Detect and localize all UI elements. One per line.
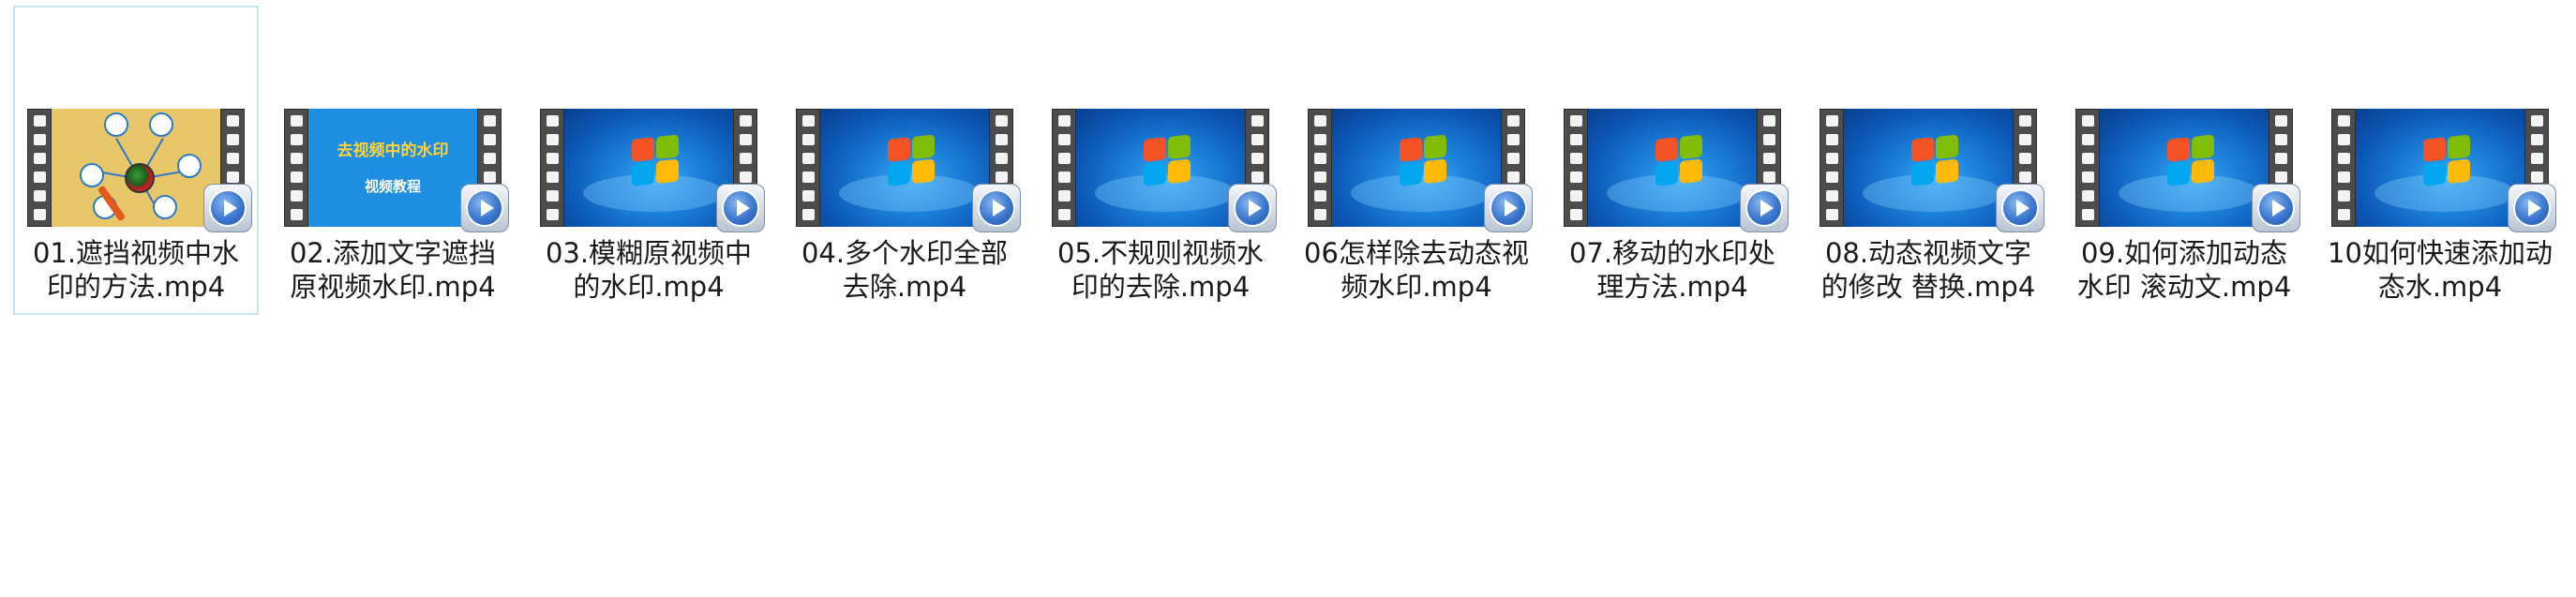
windows-desktop-frame (1076, 109, 1245, 227)
windows-desktop-frame (1332, 109, 1501, 227)
windows-desktop-frame (2100, 109, 2269, 227)
file-item[interactable]: 07.移动的水印处理方法.mp4 (1550, 6, 1795, 306)
media-player-play-icon (1996, 184, 2044, 232)
media-player-play-icon (716, 184, 765, 232)
title-card-subtitle: 视频教程 (364, 178, 421, 195)
media-player-play-icon (203, 184, 252, 232)
file-name: 10如何快速添加动态水.mp4 (2328, 237, 2553, 303)
windows-logo-icon (1400, 134, 1448, 187)
windows-logo-icon (1144, 134, 1192, 187)
file-item[interactable]: 06怎样除去动态视频水印.mp4 (1294, 6, 1539, 306)
film-strip-icon (1052, 109, 1076, 227)
windows-logo-icon (2167, 134, 2216, 187)
windows-logo-icon (888, 134, 936, 187)
media-player-play-icon (1740, 184, 1789, 232)
file-name: 07.移动的水印处理方法.mp4 (1568, 237, 1776, 303)
film-strip-icon (27, 109, 52, 227)
windows-logo-icon (1911, 134, 1960, 187)
video-thumbnail (540, 109, 765, 232)
file-name: 08.动态视频文字的修改 替换.mp4 (1820, 237, 2036, 303)
video-thumbnail (2075, 109, 2300, 232)
film-strip-icon (1308, 109, 1332, 227)
video-thumbnail (2331, 109, 2556, 232)
film-strip-icon (2331, 109, 2356, 227)
media-player-play-icon (460, 184, 509, 232)
windows-desktop-frame (2356, 109, 2524, 227)
film-strip-icon (1820, 109, 1844, 227)
file-item[interactable]: 08.动态视频文字的修改 替换.mp4 (1805, 6, 2051, 306)
windows-logo-icon (2423, 134, 2472, 187)
title-card-title: 去视频中的水印 (337, 142, 449, 160)
file-name: 09.如何添加动态水印 滚动文.mp4 (2076, 237, 2292, 303)
diagram-frame (52, 109, 220, 227)
file-name: 04.多个水印全部去除.mp4 (801, 237, 1009, 303)
film-strip-icon (796, 109, 820, 227)
windows-desktop-frame (1588, 109, 1757, 227)
file-item[interactable]: 09.如何添加动态水印 滚动文.mp4 (2061, 6, 2307, 306)
media-player-play-icon (1484, 184, 1533, 232)
file-name: 02.添加文字遮挡原视频水印.mp4 (289, 237, 497, 303)
file-item[interactable]: 01.遮挡视频中水印的方法.mp4 (13, 6, 259, 315)
video-thumbnail (27, 109, 252, 232)
video-thumbnail (1308, 109, 1533, 232)
video-thumbnail (1820, 109, 2044, 232)
file-item[interactable]: 10如何快速添加动态水.mp4 (2317, 6, 2563, 306)
file-name: 05.不规则视频水印的去除.mp4 (1056, 237, 1265, 303)
windows-desktop-frame (564, 109, 733, 227)
film-strip-icon (1564, 109, 1588, 227)
file-name: 01.遮挡视频中水印的方法.mp4 (32, 237, 240, 303)
film-strip-icon (2075, 109, 2100, 227)
windows-desktop-frame (820, 109, 989, 227)
video-thumbnail: 去视频中的水印 视频教程 (284, 109, 509, 232)
video-thumbnail (796, 109, 1021, 232)
file-item[interactable]: 去视频中的水印 视频教程 02.添加文字遮挡原视频水印.mp4 (270, 6, 516, 306)
media-player-play-icon (2252, 184, 2300, 232)
file-name: 03.模糊原视频中的水印.mp4 (545, 237, 753, 303)
media-player-play-icon (2508, 184, 2556, 232)
video-thumbnail (1052, 109, 1277, 232)
windows-desktop-frame (1844, 109, 2013, 227)
file-item[interactable]: 04.多个水印全部去除.mp4 (782, 6, 1027, 306)
title-card-frame: 去视频中的水印 视频教程 (308, 109, 477, 227)
media-player-play-icon (1228, 184, 1277, 232)
file-name: 06怎样除去动态视频水印.mp4 (1304, 237, 1529, 303)
video-thumbnail (1564, 109, 1789, 232)
windows-logo-icon (1655, 134, 1704, 187)
windows-logo-icon (632, 134, 681, 187)
film-strip-icon (540, 109, 564, 227)
media-player-play-icon (972, 184, 1021, 232)
file-item[interactable]: 03.模糊原视频中的水印.mp4 (526, 6, 771, 306)
film-strip-icon (284, 109, 308, 227)
file-item[interactable]: 05.不规则视频水印的去除.mp4 (1038, 6, 1283, 306)
file-grid: 01.遮挡视频中水印的方法.mp4 去视频中的水印 视频教程 02.添加文字遮挡… (0, 0, 2576, 597)
